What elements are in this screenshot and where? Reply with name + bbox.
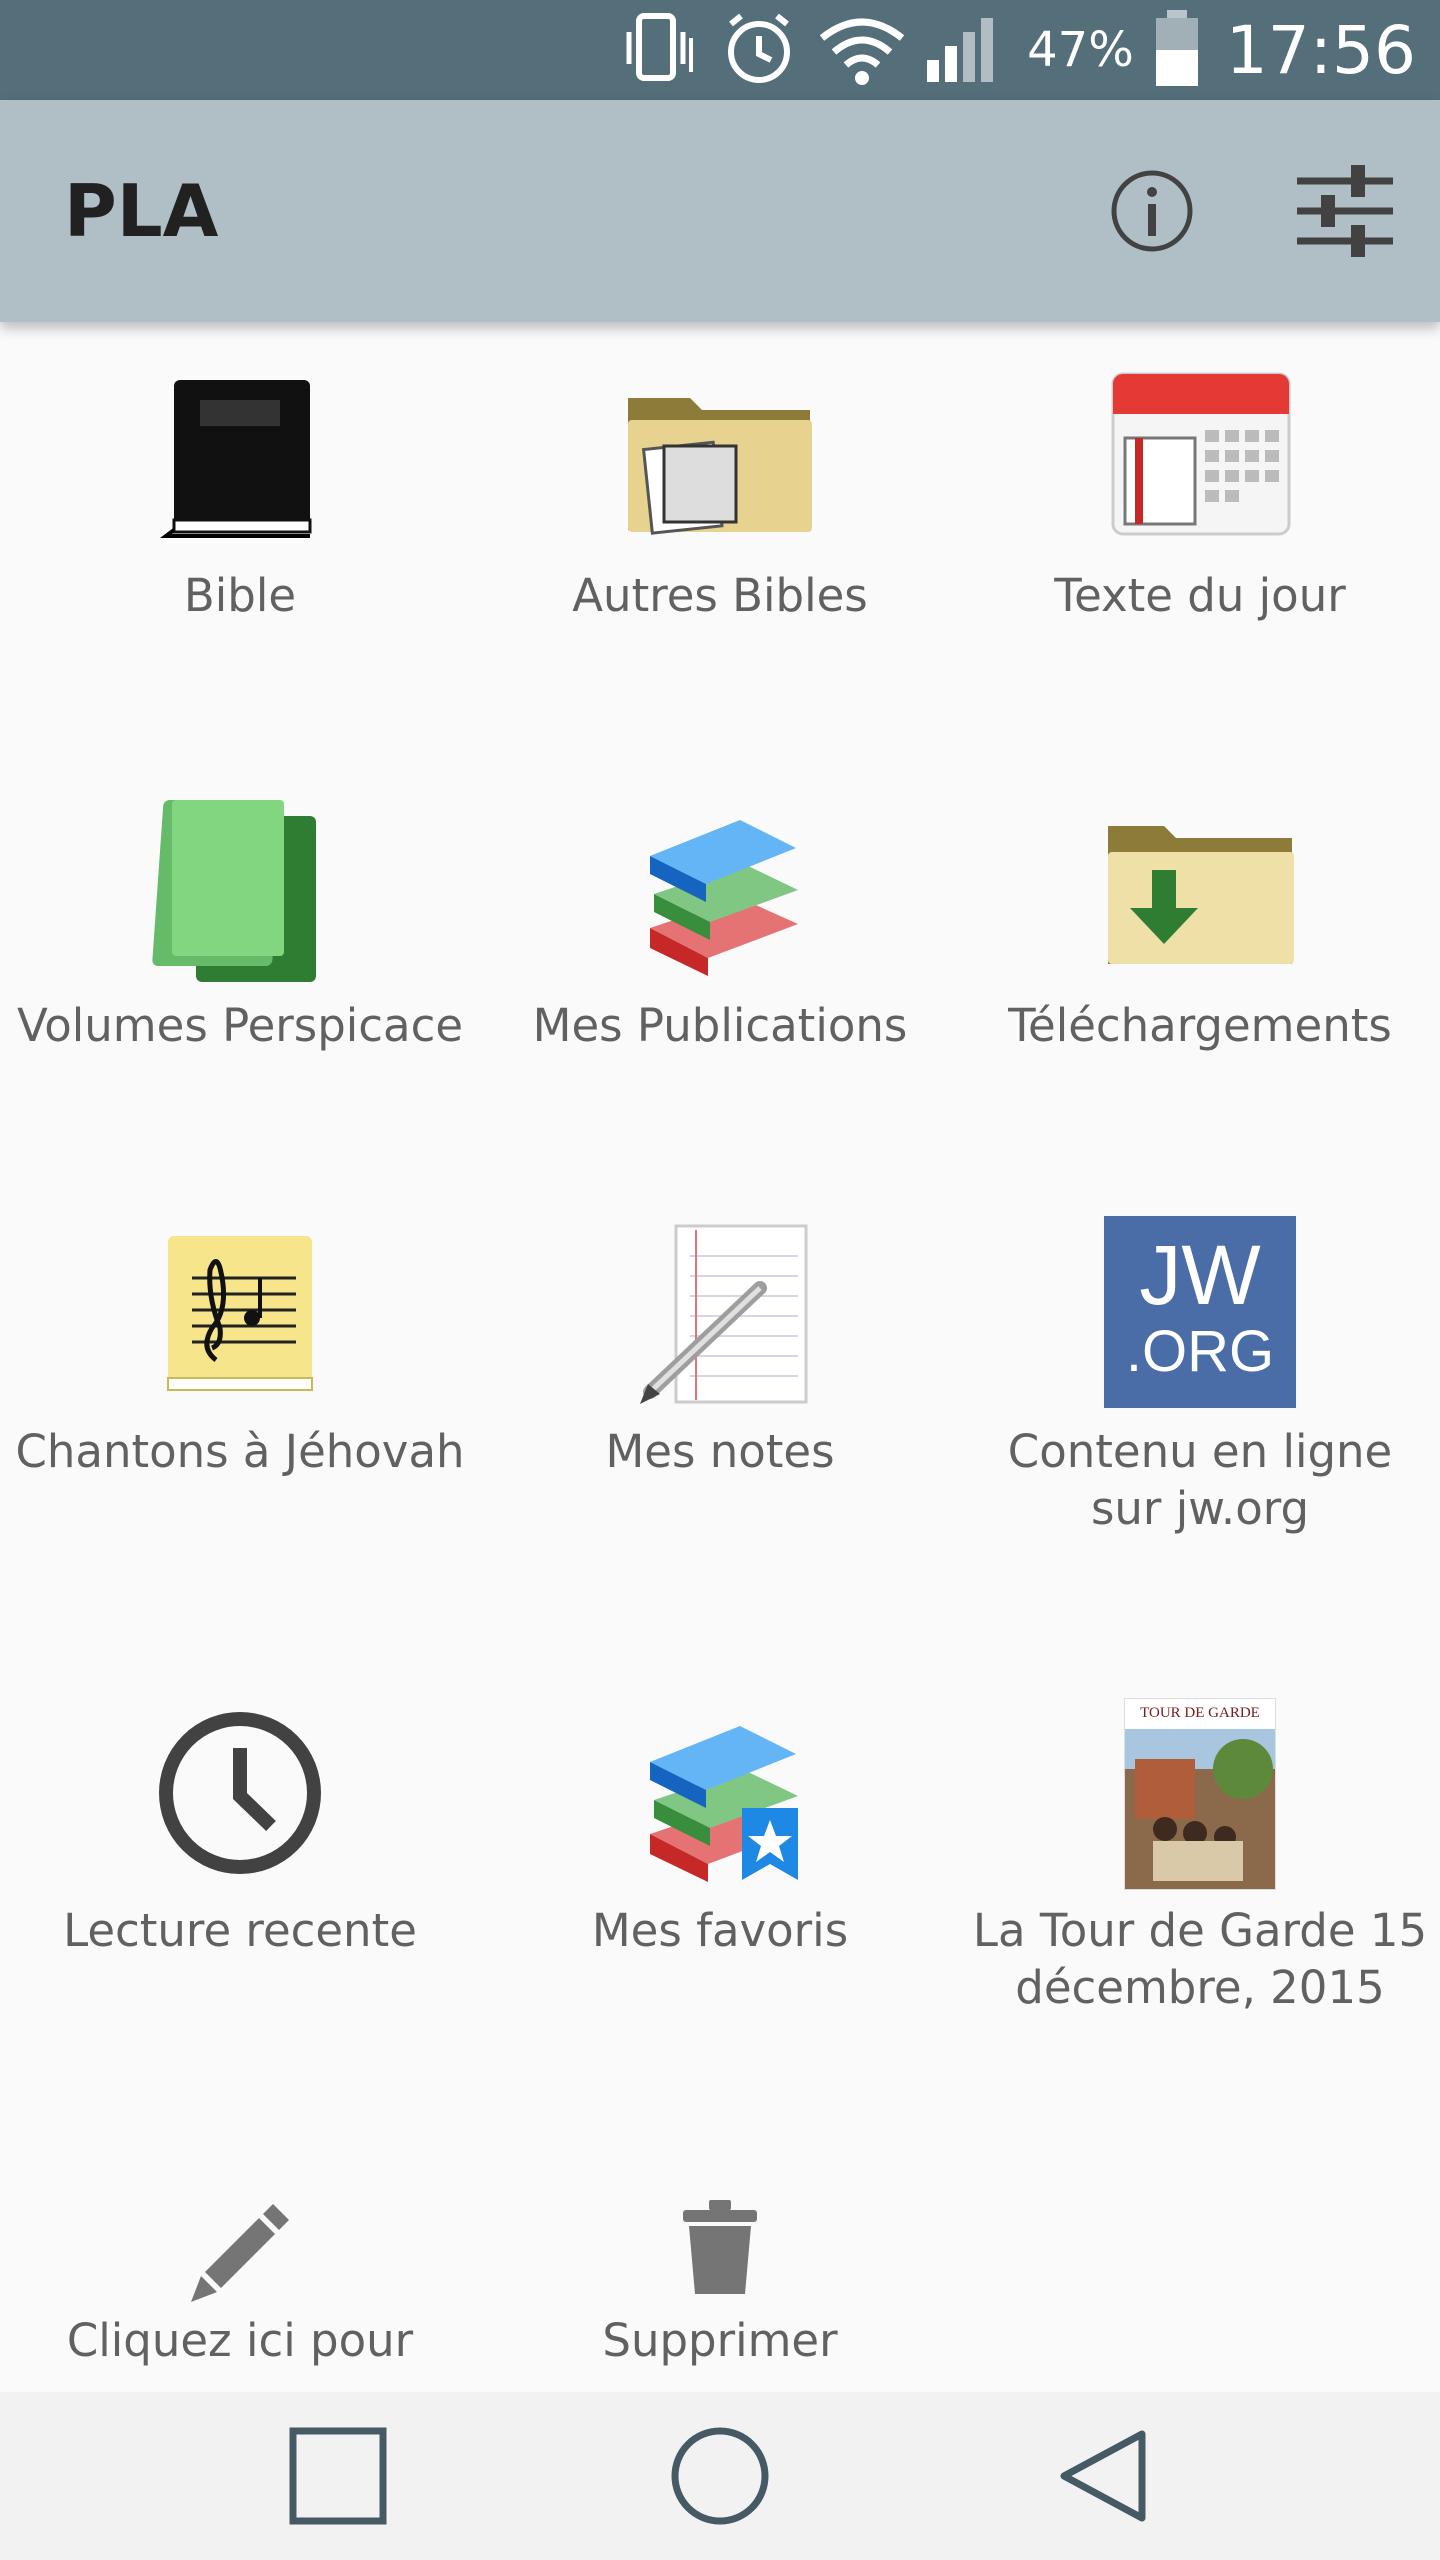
jw-org-logo-icon: JW .ORG bbox=[1104, 1216, 1296, 1408]
info-icon bbox=[1111, 170, 1193, 252]
jw-logo-text: JW bbox=[1139, 1228, 1261, 1322]
tile-label: Bible bbox=[183, 569, 297, 622]
tile-telechargements[interactable]: Téléchargements bbox=[960, 752, 1440, 1152]
org-logo-text: .ORG bbox=[1125, 1319, 1275, 1384]
tile-label: Chantons à Jéhovah bbox=[15, 1425, 465, 1478]
alarm-icon bbox=[719, 8, 799, 92]
magazine-cover-icon: TOUR DE GARDE bbox=[1124, 1698, 1276, 1890]
clock-icon bbox=[0, 1708, 480, 1878]
tile-volumes-perspicace[interactable]: Volumes Perspicace bbox=[0, 752, 480, 1152]
battery-icon bbox=[1152, 8, 1202, 92]
app-title: PLA bbox=[64, 169, 219, 253]
tile-label: Supprimer bbox=[602, 2314, 838, 2367]
cover-photo bbox=[1125, 1729, 1275, 1889]
app-bar: PLA bbox=[0, 100, 1440, 322]
tile-supprimer[interactable]: Supprimer bbox=[480, 2142, 960, 2372]
tile-label: La Tour de Garde 15 décembre, 2015 bbox=[972, 1904, 1428, 2014]
wifi-icon bbox=[817, 8, 907, 92]
tile-label: Cliquez ici pour bbox=[66, 2314, 414, 2367]
sliders-icon bbox=[1297, 165, 1393, 257]
tile-texte-du-jour[interactable]: Texte du jour bbox=[960, 322, 1440, 722]
signal-icon bbox=[925, 8, 1009, 92]
books-bookmark-star-icon bbox=[480, 1704, 960, 1884]
tile-label: Texte du jour bbox=[1054, 569, 1346, 622]
back-button[interactable] bbox=[1042, 2416, 1162, 2536]
circle-icon bbox=[671, 2427, 769, 2525]
tile-bible[interactable]: Bible bbox=[0, 322, 480, 722]
home-button[interactable] bbox=[660, 2416, 780, 2536]
download-folder-icon bbox=[960, 812, 1440, 972]
tile-label: Contenu en ligne sur jw.org bbox=[1007, 1425, 1393, 1535]
tile-la-tour-de-garde[interactable]: TOUR DE GARDE La Tour de Garde 15 décemb… bbox=[960, 1660, 1440, 2120]
tile-mes-publications[interactable]: Mes Publications bbox=[480, 752, 960, 1152]
tile-chantons-a-jehovah[interactable]: Chantons à Jéhovah bbox=[0, 1180, 480, 1630]
status-bar: 47% 17:56 bbox=[0, 0, 1440, 100]
calendar-book-icon bbox=[960, 368, 1440, 548]
clock-time: 17:56 bbox=[1225, 11, 1416, 89]
battery-percent: 47% bbox=[1027, 22, 1134, 78]
music-note-book-icon bbox=[0, 1228, 480, 1398]
trash-icon bbox=[480, 2198, 960, 2298]
triangle-back-icon bbox=[1060, 2430, 1146, 2522]
tile-autres-bibles[interactable]: Autres Bibles bbox=[480, 322, 960, 722]
tile-label: Mes notes bbox=[605, 1425, 835, 1478]
navigation-bar bbox=[0, 2392, 1440, 2560]
cover-title: TOUR DE GARDE bbox=[1140, 1705, 1260, 1721]
tile-label: Mes Publications bbox=[532, 999, 908, 1052]
pencil-icon bbox=[0, 2194, 480, 2304]
menu-grid: Bible Autres Bibles Texte du jour Volume… bbox=[0, 322, 1440, 2372]
black-bible-icon bbox=[0, 370, 480, 540]
tile-label: Téléchargements bbox=[1008, 999, 1392, 1052]
tile-label: Volumes Perspicace bbox=[16, 999, 464, 1052]
tile-mes-favoris[interactable]: Mes favoris bbox=[480, 1660, 960, 2120]
tile-label: Lecture recente bbox=[63, 1904, 417, 1957]
vibrate-icon bbox=[621, 8, 701, 92]
tile-cliquez-ici[interactable]: Cliquez ici pour bbox=[0, 2142, 480, 2372]
notepad-pencil-icon bbox=[480, 1220, 960, 1410]
tile-contenu-en-ligne[interactable]: JW .ORG Contenu en ligne sur jw.org bbox=[960, 1180, 1440, 1630]
settings-button[interactable] bbox=[1285, 151, 1405, 271]
info-button[interactable] bbox=[1092, 151, 1212, 271]
tile-lecture-recente[interactable]: Lecture recente bbox=[0, 1660, 480, 2120]
tile-label: Autres Bibles bbox=[572, 569, 868, 622]
square-icon bbox=[289, 2427, 387, 2525]
recents-button[interactable] bbox=[278, 2416, 398, 2536]
stacked-books-icon bbox=[480, 798, 960, 978]
folder-bible-icon bbox=[480, 380, 960, 540]
tile-mes-notes[interactable]: Mes notes bbox=[480, 1180, 960, 1630]
tile-label: Mes favoris bbox=[591, 1904, 849, 1957]
green-books-icon bbox=[0, 794, 480, 994]
